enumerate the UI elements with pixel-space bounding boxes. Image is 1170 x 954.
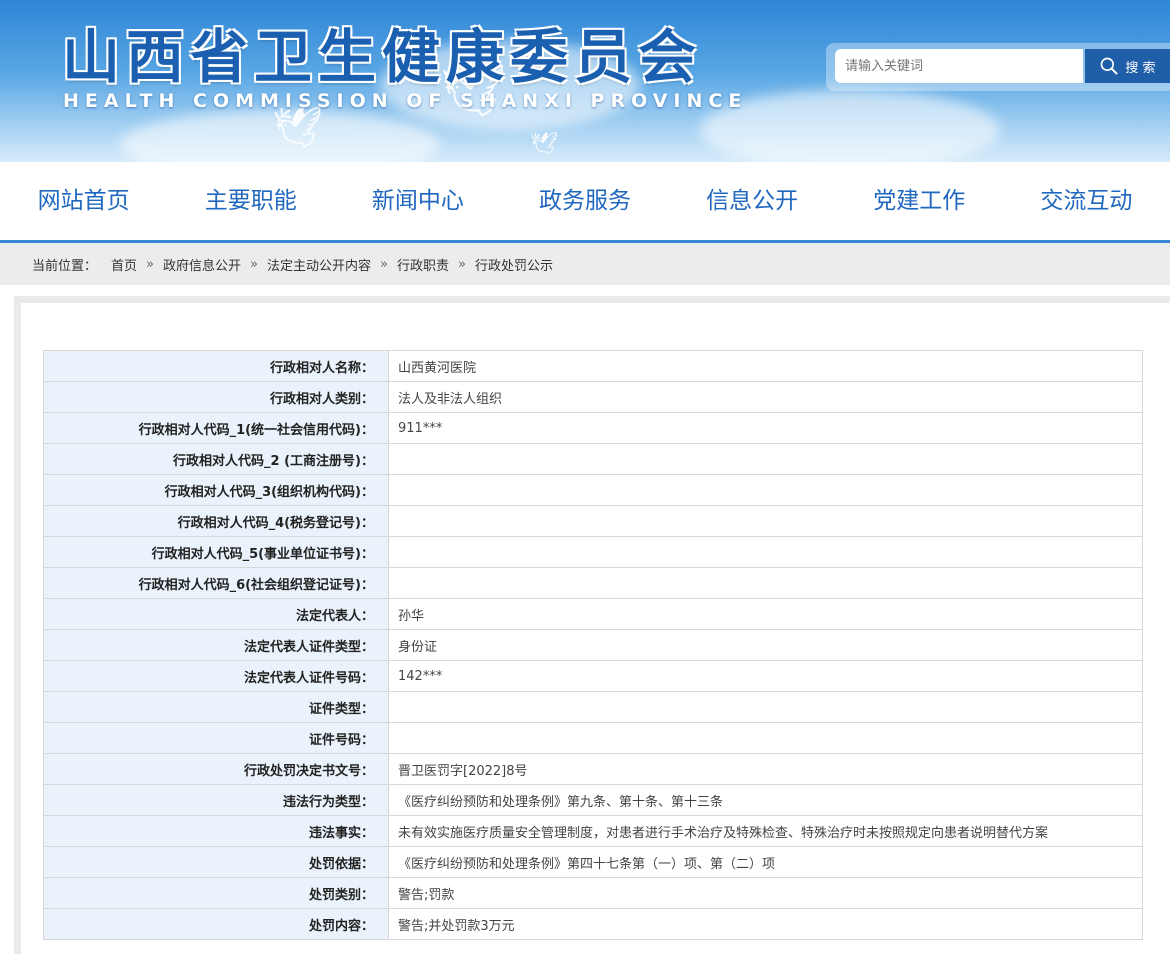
field-value bbox=[388, 722, 1143, 754]
breadcrumb-separator: » bbox=[146, 256, 154, 272]
breadcrumb-label: 当前位置： bbox=[32, 258, 98, 274]
field-label: 法定代表人证件类型： bbox=[43, 629, 389, 661]
table-row: 行政相对人代码_6(社会组织登记证号)： bbox=[43, 567, 1143, 599]
table-row: 处罚依据： 《医疗纠纷预防和处理条例》第四十七条第（一）项、第（二）项 bbox=[43, 846, 1143, 878]
nav-item-interaction[interactable]: 交流互动 bbox=[1003, 162, 1170, 240]
field-value bbox=[388, 474, 1143, 506]
penalty-record-table: 行政相对人名称： 山西黄河医院 行政相对人类别： 法人及非法人组织 行政相对人代码_1(… bbox=[43, 350, 1143, 940]
field-value: 晋卫医罚字[2022]8号 bbox=[388, 753, 1143, 785]
field-value: 孙华 bbox=[388, 598, 1143, 630]
field-label: 行政相对人代码_1(统一社会信用代码)： bbox=[43, 412, 389, 444]
table-row: 行政相对人代码_3(组织机构代码)： bbox=[43, 474, 1143, 506]
field-value: 未有效实施医疗质量安全管理制度，对患者进行手术治疗及特殊检查、特殊治疗时未按照规… bbox=[388, 815, 1143, 847]
table-row: 行政处罚决定书文号： 晋卫医罚字[2022]8号 bbox=[43, 753, 1143, 785]
breadcrumb-link-penalty[interactable]: 行政处罚公示 bbox=[475, 255, 553, 274]
field-value bbox=[388, 567, 1143, 599]
table-row: 行政相对人代码_5(事业单位证书号)： bbox=[43, 536, 1143, 568]
table-row: 证件类型： bbox=[43, 691, 1143, 723]
dove-icon: 🕊 bbox=[530, 132, 558, 157]
field-label: 违法事实： bbox=[43, 815, 389, 847]
field-label: 处罚内容： bbox=[43, 908, 389, 940]
search-input[interactable] bbox=[835, 49, 1083, 83]
table-row: 处罚内容： 警告;并处罚款3万元 bbox=[43, 908, 1143, 940]
breadcrumb-link-gov-info[interactable]: 政府信息公开 bbox=[163, 255, 241, 274]
nav-item-services[interactable]: 政务服务 bbox=[501, 162, 668, 240]
table-row: 行政相对人类别： 法人及非法人组织 bbox=[43, 381, 1143, 413]
table-row: 违法行为类型： 《医疗纠纷预防和处理条例》第九条、第十条、第十三条 bbox=[43, 784, 1143, 816]
field-value: 142*** bbox=[388, 660, 1143, 692]
field-label: 行政相对人名称： bbox=[43, 350, 389, 382]
field-label: 行政相对人代码_6(社会组织登记证号)： bbox=[43, 567, 389, 599]
table-row: 行政相对人代码_4(税务登记号)： bbox=[43, 505, 1143, 537]
nav-item-functions[interactable]: 主要职能 bbox=[167, 162, 334, 240]
header-banner: 🕊 🕊 🕊 山西省卫生健康委员会 HEALTH COMMISSION OF SH… bbox=[0, 0, 1170, 162]
site-subtitle: HEALTH COMMISSION OF SHANXI PROVINCE bbox=[63, 90, 748, 112]
nav-item-party[interactable]: 党建工作 bbox=[836, 162, 1003, 240]
field-value: 警告;并处罚款3万元 bbox=[388, 908, 1143, 940]
table-row: 证件号码： bbox=[43, 722, 1143, 754]
table-row: 法定代表人： 孙华 bbox=[43, 598, 1143, 630]
field-label: 处罚类别： bbox=[43, 877, 389, 909]
content-body: 行政相对人名称： 山西黄河医院 行政相对人类别： 法人及非法人组织 行政相对人代码_1(… bbox=[21, 303, 1170, 954]
search-icon bbox=[1101, 57, 1118, 75]
table-row: 法定代表人证件号码： 142*** bbox=[43, 660, 1143, 692]
field-value bbox=[388, 691, 1143, 723]
field-value: 911*** bbox=[388, 412, 1143, 444]
search-button[interactable]: 搜 索 bbox=[1085, 49, 1170, 83]
field-value: 法人及非法人组织 bbox=[388, 381, 1143, 413]
field-value: 警告;罚款 bbox=[388, 877, 1143, 909]
breadcrumb-link-duties[interactable]: 行政职责 bbox=[397, 255, 449, 274]
breadcrumb-link-home[interactable]: 首页 bbox=[111, 255, 137, 274]
breadcrumb-separator: » bbox=[380, 256, 388, 272]
content-panel: 行政相对人名称： 山西黄河医院 行政相对人类别： 法人及非法人组织 行政相对人代码_1(… bbox=[14, 296, 1170, 954]
field-label: 处罚依据： bbox=[43, 846, 389, 878]
field-label: 行政相对人代码_2 (工商注册号)： bbox=[43, 443, 389, 475]
field-label: 法定代表人： bbox=[43, 598, 389, 630]
field-label: 证件类型： bbox=[43, 691, 389, 723]
field-value: 《医疗纠纷预防和处理条例》第九条、第十条、第十三条 bbox=[388, 784, 1143, 816]
breadcrumb: 当前位置： 首页 » 政府信息公开 » 法定主动公开内容 » 行政职责 » 行政… bbox=[0, 243, 1170, 285]
table-row: 行政相对人名称： 山西黄河医院 bbox=[43, 350, 1143, 382]
field-label: 行政相对人代码_3(组织机构代码)： bbox=[43, 474, 389, 506]
table-row: 行政相对人代码_2 (工商注册号)： bbox=[43, 443, 1143, 475]
breadcrumb-link-mandatory[interactable]: 法定主动公开内容 bbox=[267, 255, 371, 274]
search-button-label: 搜 索 bbox=[1125, 60, 1156, 76]
field-value: 山西黄河医院 bbox=[388, 350, 1143, 382]
breadcrumb-separator: » bbox=[250, 256, 258, 272]
field-label: 法定代表人证件号码： bbox=[43, 660, 389, 692]
nav-item-disclosure[interactable]: 信息公开 bbox=[669, 162, 836, 240]
site-title: 山西省卫生健康委员会 bbox=[62, 23, 703, 91]
nav-item-news[interactable]: 新闻中心 bbox=[334, 162, 501, 240]
field-value: 身份证 bbox=[388, 629, 1143, 661]
field-label: 行政处罚决定书文号： bbox=[43, 753, 389, 785]
field-label: 行政相对人类别： bbox=[43, 381, 389, 413]
field-value bbox=[388, 443, 1143, 475]
field-label: 证件号码： bbox=[43, 722, 389, 754]
field-label: 违法行为类型： bbox=[43, 784, 389, 816]
field-value bbox=[388, 505, 1143, 537]
table-row: 行政相对人代码_1(统一社会信用代码)： 911*** bbox=[43, 412, 1143, 444]
table-row: 法定代表人证件类型： 身份证 bbox=[43, 629, 1143, 661]
main-nav: 网站首页 主要职能 新闻中心 政务服务 信息公开 党建工作 交流互动 bbox=[0, 162, 1170, 243]
field-label: 行政相对人代码_4(税务登记号)： bbox=[43, 505, 389, 537]
breadcrumb-separator: » bbox=[457, 256, 466, 272]
nav-item-home[interactable]: 网站首页 bbox=[0, 162, 167, 240]
table-row: 违法事实： 未有效实施医疗质量安全管理制度，对患者进行手术治疗及特殊检查、特殊治疗… bbox=[43, 815, 1143, 847]
field-value: 《医疗纠纷预防和处理条例》第四十七条第（一）项、第（二）项 bbox=[388, 846, 1143, 878]
field-label: 行政相对人代码_5(事业单位证书号)： bbox=[43, 536, 389, 568]
field-value bbox=[388, 536, 1143, 568]
table-row: 处罚类别： 警告;罚款 bbox=[43, 877, 1143, 909]
search-bar: 搜 索 bbox=[826, 43, 1170, 91]
